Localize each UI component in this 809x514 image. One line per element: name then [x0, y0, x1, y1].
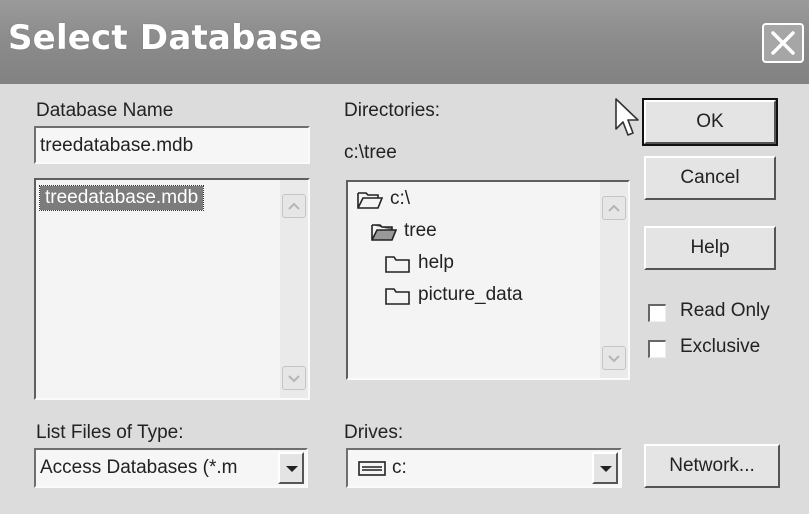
dropdown-arrow-icon [600, 466, 612, 472]
drives-dropdown-button[interactable] [592, 452, 618, 484]
database-name-value: treedatabase.mdb [40, 135, 194, 156]
file-type-select[interactable]: Access Databases (*.m [34, 448, 308, 488]
drive-icon [358, 461, 386, 476]
scroll-down-button[interactable] [282, 366, 306, 390]
file-list[interactable]: treedatabase.mdb [34, 178, 310, 400]
directory-item-label: c:\ [390, 188, 411, 209]
directory-item-label: help [418, 252, 454, 273]
open-folder-icon [357, 192, 384, 209]
exclusive-checkbox[interactable] [648, 340, 666, 358]
file-list-scrollbar[interactable] [280, 180, 308, 398]
close-button[interactable] [762, 23, 804, 63]
dropdown-arrow-icon [286, 466, 298, 472]
chevron-up-icon [608, 204, 620, 212]
database-name-input[interactable]: treedatabase.mdb [34, 126, 310, 164]
list-item[interactable]: treedatabase.mdb [38, 185, 205, 211]
exclusive-label: Exclusive [680, 336, 761, 357]
window-title: Select Database [8, 18, 323, 58]
file-type-label: List Files of Type: [36, 422, 184, 443]
directories-label: Directories: [344, 100, 441, 121]
database-name-label: Database Name [36, 100, 174, 121]
directory-scrollbar[interactable] [600, 182, 628, 378]
mouse-cursor-icon [615, 98, 639, 136]
drives-select[interactable]: c: [346, 448, 622, 488]
scroll-up-button[interactable] [602, 196, 626, 220]
network-button[interactable]: Network... [644, 444, 780, 488]
current-directory-path: c:\tree [344, 142, 397, 163]
drives-value: c: [392, 457, 407, 478]
title-bar[interactable]: Select Database [0, 0, 809, 84]
open-folder-icon [371, 224, 398, 241]
chevron-down-icon [608, 355, 620, 363]
dialog-body: Database Name treedatabase.mdb treedatab… [6, 84, 809, 514]
scroll-up-button[interactable] [282, 194, 306, 218]
chevron-down-icon [288, 375, 300, 383]
folder-icon [385, 256, 410, 273]
folder-icon [385, 288, 410, 305]
drives-label: Drives: [344, 422, 404, 443]
ok-button[interactable]: OK [642, 98, 778, 146]
help-button[interactable]: Help [644, 226, 776, 270]
directory-item-label: tree [404, 220, 437, 241]
directory-tree[interactable]: c:\ tree help picture_data [346, 180, 630, 380]
directory-item-label: picture_data [418, 284, 523, 305]
read-only-label: Read Only [680, 300, 770, 321]
file-type-value: Access Databases (*.m [40, 457, 238, 478]
scroll-down-button[interactable] [602, 346, 626, 370]
close-icon [771, 31, 795, 55]
chevron-up-icon [288, 202, 300, 210]
cancel-button[interactable]: Cancel [644, 156, 776, 200]
read-only-checkbox[interactable] [648, 304, 666, 322]
file-type-dropdown-button[interactable] [278, 452, 304, 484]
